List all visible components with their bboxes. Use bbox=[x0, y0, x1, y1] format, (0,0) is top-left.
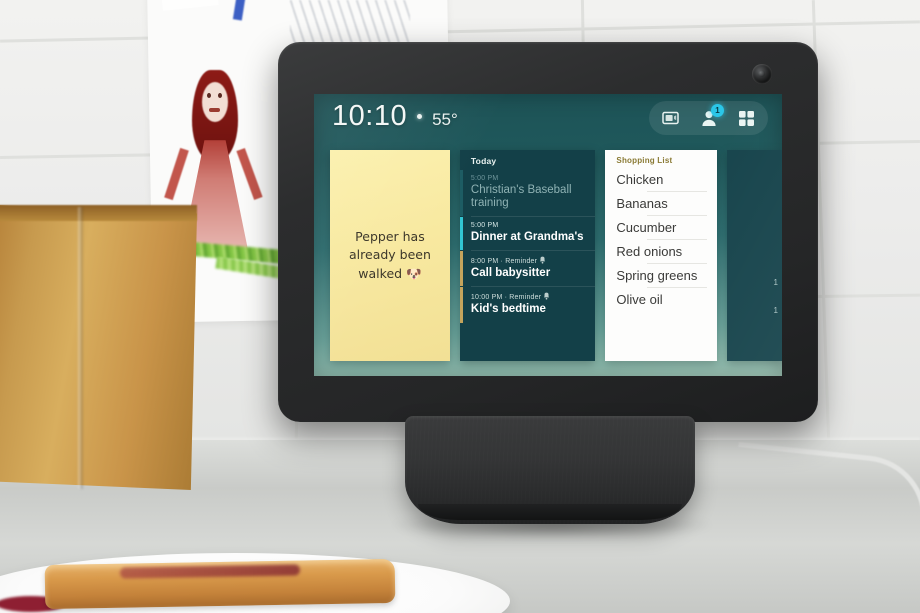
grid-apps-icon[interactable] bbox=[737, 109, 756, 128]
event-time-label: 10:00 PM · Reminder bbox=[470, 294, 542, 302]
status-bar-icon-pill: 1 bbox=[649, 101, 768, 135]
calendar-event[interactable]: 10:00 PM · Reminder Kid's bedtime bbox=[459, 287, 595, 323]
camera-icon bbox=[752, 64, 772, 84]
event-time: 8:00 PM · Reminder bbox=[471, 256, 587, 265]
event-title: Christian's Baseball training bbox=[470, 184, 572, 210]
clock-time: 10:10 bbox=[332, 100, 408, 132]
paper-grocery-bag bbox=[0, 205, 197, 490]
sticky-note-card[interactable]: Pepper has already been walked 🐶 bbox=[330, 150, 450, 361]
speaker-base-foot bbox=[418, 504, 682, 520]
event-title: Kid's bedtime bbox=[470, 303, 546, 316]
event-time: 5:00 PM bbox=[470, 222, 499, 230]
list-item[interactable]: Red onions bbox=[605, 240, 717, 263]
list-item[interactable]: Chicken bbox=[605, 168, 717, 191]
bell-icon bbox=[544, 293, 550, 301]
calendar-event[interactable]: 5:00 PM Dinner at Grandma's bbox=[459, 217, 595, 251]
temperature-label: 55° bbox=[432, 110, 458, 129]
status-bar: 10:10 55° 1 bbox=[314, 94, 782, 146]
list-item[interactable]: Olive oil bbox=[605, 288, 717, 311]
list-item[interactable]: Spring greens bbox=[605, 264, 717, 287]
person-icon[interactable]: 1 bbox=[699, 103, 724, 128]
calendar-header: Today bbox=[470, 156, 497, 166]
bell-icon bbox=[540, 256, 546, 265]
kitchen-scene: 10:10 55° 1 Pepper has already been walk… bbox=[0, 0, 920, 613]
partial-card-line: 1 bbox=[773, 306, 778, 315]
calendar-card[interactable]: Today 5:00 PM Christian's Baseball train… bbox=[459, 150, 596, 361]
partial-card[interactable]: 1 1 bbox=[727, 150, 782, 361]
partial-card-line: 1 bbox=[773, 278, 778, 287]
event-time: 5:00 PM bbox=[470, 175, 499, 182]
list-fade-overlay bbox=[605, 327, 718, 361]
calendar-event[interactable]: 8:00 PM · Reminder Call babysitter bbox=[459, 251, 595, 287]
event-time-label: 8:00 PM · Reminder bbox=[470, 258, 538, 266]
list-item[interactable]: Bananas bbox=[605, 192, 717, 215]
event-time: 10:00 PM · Reminder bbox=[471, 292, 587, 301]
clock-widget[interactable]: 10:10 55° bbox=[332, 102, 458, 131]
calendar-event[interactable]: 5:00 PM Christian's Baseball training bbox=[459, 170, 595, 217]
smart-display-device[interactable]: 10:10 55° 1 Pepper has already been walk… bbox=[278, 42, 818, 422]
notification-badge: 1 bbox=[711, 103, 724, 117]
home-card-carousel[interactable]: Pepper has already been walked 🐶 Today 5… bbox=[330, 150, 782, 366]
weather-dot-icon bbox=[417, 114, 423, 119]
sticky-note-text: Pepper has already been walked 🐶 bbox=[349, 229, 431, 281]
shopping-list-card[interactable]: Shopping List Chicken Bananas Cucumber R… bbox=[605, 150, 718, 361]
event-title: Dinner at Grandma's bbox=[470, 231, 584, 244]
shopping-list-header: Shopping List bbox=[616, 156, 673, 165]
photo-card-icon[interactable] bbox=[661, 109, 680, 128]
list-item[interactable]: Cucumber bbox=[605, 216, 717, 239]
device-screen[interactable]: 10:10 55° 1 Pepper has already been walk… bbox=[314, 94, 782, 376]
event-title: Call babysitter bbox=[470, 267, 551, 280]
